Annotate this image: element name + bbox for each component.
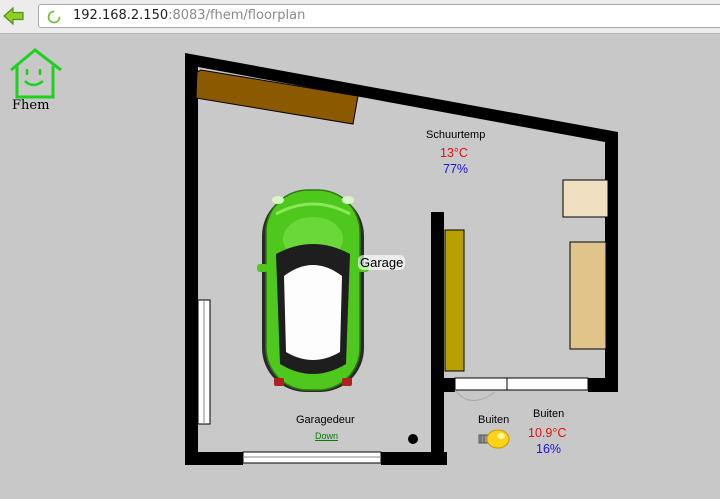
- logo-label: Fhem: [12, 98, 50, 113]
- url-host: 192.168.2.150: [73, 8, 169, 23]
- url-path: :8083/fhem/floorplan: [168, 8, 306, 23]
- garagedeur-state-link[interactable]: Down: [315, 431, 338, 441]
- browser-toolbar: 192.168.2.150:8083/fhem/floorplan: [0, 0, 720, 34]
- buiten-light-label: Buiten: [478, 414, 510, 426]
- car-icon[interactable]: [256, 184, 370, 402]
- garage-label[interactable]: Garage: [358, 255, 406, 270]
- garagedeur-label: Garagedeur: [296, 414, 355, 426]
- url-text: 192.168.2.150:8083/fhem/floorplan: [73, 8, 305, 23]
- site-icon: [47, 9, 61, 24]
- back-arrow-icon[interactable]: [2, 5, 26, 27]
- buiten-temperature: 10.9°C: [528, 426, 567, 440]
- schuurtemp-humidity: 77%: [443, 162, 469, 176]
- schuurtemp-temperature: 13°C: [440, 146, 468, 160]
- buiten-humidity: 16%: [536, 442, 562, 456]
- buiten-sensor-label: Buiten: [533, 408, 565, 420]
- house-smile-icon: [10, 48, 62, 99]
- schuurtemp-label: Schuurtemp: [426, 129, 486, 141]
- lightbulb-icon[interactable]: [478, 428, 510, 450]
- address-bar[interactable]: 192.168.2.150:8083/fhem/floorplan: [38, 4, 720, 28]
